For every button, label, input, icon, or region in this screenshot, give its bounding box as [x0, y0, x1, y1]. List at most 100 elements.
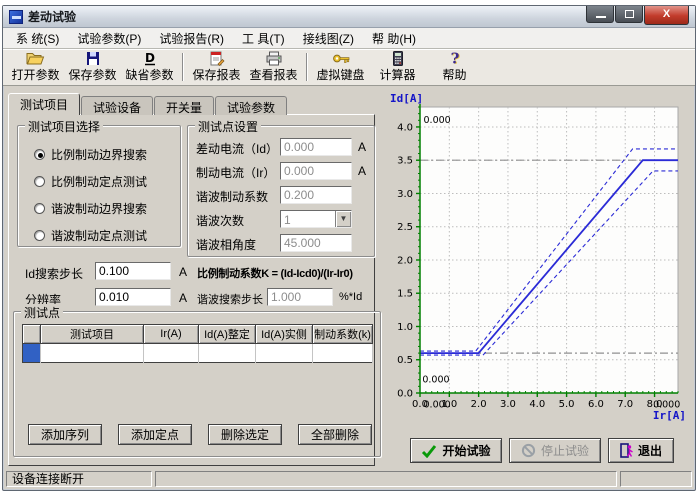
- save-report-button[interactable]: 保存报表: [188, 50, 245, 84]
- menu-wiring-diagram[interactable]: 接线图(Z): [294, 28, 363, 49]
- open-params-button[interactable]: 打开参数: [7, 50, 64, 84]
- delete-selected-button[interactable]: 删除选定: [208, 424, 282, 445]
- svg-text:0.0: 0.0: [397, 389, 413, 400]
- radio-ratio-boundary-search[interactable]: 比例制动边界搜索: [34, 146, 147, 163]
- harmonic-angle-input[interactable]: [280, 234, 352, 252]
- svg-text:2.0: 2.0: [397, 255, 413, 266]
- delete-all-button[interactable]: 全部删除: [298, 424, 372, 445]
- help-button[interactable]: ?? 帮助: [426, 50, 483, 84]
- tab-page-test-items: 测试项目选择 比例制动边界搜索 比例制动定点测试 谐波制动边界搜索 谐波制动定点…: [8, 114, 381, 466]
- menu-bar: 系 统(S) 试验参数(P) 试验报告(R) 工 具(T) 接线图(Z) 帮 助…: [3, 28, 695, 49]
- status-panel: [620, 471, 692, 487]
- svg-text:3.0: 3.0: [397, 189, 413, 200]
- toolbar: 打开参数 保存参数 D 缺省参数 保存报表 查看报表 虚拟键盘 计算器 ? ? …: [3, 49, 695, 86]
- stop-test-button[interactable]: 停止试验: [509, 438, 601, 463]
- table-row[interactable]: [22, 343, 373, 363]
- title-bar: 差动试验 X: [3, 6, 695, 28]
- svg-text:2.0: 2.0: [471, 399, 487, 410]
- col-test-item: 测试项目: [40, 324, 144, 344]
- window-title: 差动试验: [28, 10, 77, 24]
- maximize-button[interactable]: [615, 6, 643, 23]
- calculator-button[interactable]: 计算器: [369, 50, 426, 84]
- diff-current-input[interactable]: [280, 138, 352, 156]
- stop-icon: [521, 443, 536, 458]
- test-points-table: 测试项目 Ir(A) Id(A)整定 Id(A)实侧 制动系数(k): [22, 324, 373, 363]
- menu-help[interactable]: 帮 助(H): [363, 28, 425, 49]
- id-step-label: Id搜索步长: [25, 267, 84, 281]
- group-title: 测试点设置: [195, 118, 262, 135]
- test-points-group: 测试点 测试项目 Ir(A) Id(A)整定 Id(A)实侧 制动系数(k) 添…: [13, 304, 381, 457]
- col-restraint-coef: 制动系数(k): [312, 324, 373, 344]
- resolution-input[interactable]: [95, 288, 171, 306]
- menu-test-report[interactable]: 试验报告(R): [150, 28, 233, 49]
- virtual-keyboard-button[interactable]: 虚拟键盘: [312, 50, 369, 84]
- main-tab-control: 测试项目 试验设备 开关量 试验参数 测试项目选择 比例制动边界搜索 比例制动定…: [4, 87, 381, 468]
- save-icon: [86, 52, 99, 65]
- id-step-unit: A: [179, 265, 188, 279]
- radio-harmonic-boundary-search[interactable]: 谐波制动边界搜索: [34, 200, 147, 217]
- virtual-keyboard-icon: [332, 54, 349, 63]
- tab-test-items[interactable]: 测试项目: [8, 93, 81, 115]
- svg-text:1.5: 1.5: [397, 289, 413, 300]
- restraint-current-unit: A: [358, 164, 367, 178]
- radio-icon: [34, 230, 45, 241]
- app-icon: [9, 9, 23, 24]
- col-ir: Ir(A): [143, 324, 199, 344]
- svg-text:Ir[A]: Ir[A]: [653, 409, 686, 422]
- svg-text:0.000: 0.000: [424, 400, 451, 411]
- exit-button[interactable]: 退出: [608, 438, 674, 463]
- table-header-row: 测试项目 Ir(A) Id(A)整定 Id(A)实侧 制动系数(k): [22, 324, 373, 344]
- harmonic-order-select[interactable]: 1 ▼: [280, 210, 352, 228]
- default-params-button[interactable]: D 缺省参数: [121, 50, 178, 84]
- svg-text:0.000: 0.000: [422, 374, 449, 385]
- open-folder-icon: [26, 53, 45, 65]
- calculator-icon: [392, 51, 403, 66]
- close-button[interactable]: X: [644, 6, 689, 25]
- chart-area: 0.0 0.5 1.0 1.5 2.0 2.5 3.0 3.5 4.0 0.0 1.0 2.0 3.0 4…: [377, 87, 694, 468]
- svg-text:0.000: 0.000: [424, 115, 451, 126]
- restraint-current-input[interactable]: [280, 162, 352, 180]
- tab-test-equipment[interactable]: 试验设备: [81, 96, 154, 115]
- tab-test-params[interactable]: 试验参数: [215, 96, 288, 115]
- chevron-down-icon[interactable]: ▼: [335, 211, 351, 227]
- status-bar: 设备连接断开: [4, 469, 694, 489]
- view-report-button[interactable]: 查看报表: [245, 50, 302, 84]
- restraint-current-label: 制动电流（Ir）: [196, 166, 276, 180]
- close-icon: X: [662, 8, 671, 20]
- group-title: 测试点: [21, 304, 64, 321]
- harmonic-step-input[interactable]: [267, 288, 333, 306]
- maximize-icon: [625, 10, 634, 18]
- id-step-input[interactable]: [95, 262, 171, 280]
- radio-harmonic-point-test[interactable]: 谐波制动定点测试: [34, 227, 147, 244]
- start-test-button[interactable]: 开始试验: [410, 438, 502, 463]
- menu-system[interactable]: 系 统(S): [7, 28, 68, 49]
- svg-text:3.5: 3.5: [397, 156, 413, 167]
- col-id-actual: Id(A)实侧: [255, 324, 313, 344]
- toolbar-separator: [182, 53, 184, 81]
- diff-current-label: 差动电流（Id）: [196, 142, 279, 156]
- add-sequence-button[interactable]: 添加序列: [28, 424, 102, 445]
- minimize-button[interactable]: [586, 6, 614, 23]
- menu-tools[interactable]: 工 具(T): [233, 28, 294, 49]
- ratio-coef-formula: 比例制动系数K = (Id-Icd0)/(Ir-Ir0): [197, 268, 353, 280]
- radio-icon: [34, 203, 45, 214]
- add-point-button[interactable]: 添加定点: [118, 424, 192, 445]
- radio-ratio-point-test[interactable]: 比例制动定点测试: [34, 173, 147, 190]
- tab-switch-values[interactable]: 开关量: [154, 96, 215, 115]
- harmonic-coef-input[interactable]: [280, 186, 352, 204]
- test-item-select-group: 测试项目选择 比例制动边界搜索 比例制动定点测试 谐波制动边界搜索 谐波制动定点…: [17, 118, 181, 247]
- test-point-settings-group: 测试点设置 差动电流（Id） A 制动电流（Ir） A 谐波制动系数 谐波次数 …: [187, 118, 375, 257]
- row-selector-cell[interactable]: [22, 343, 41, 363]
- svg-text:5.0: 5.0: [559, 399, 575, 410]
- svg-text:4.0: 4.0: [397, 122, 413, 133]
- minimize-icon: [596, 16, 606, 18]
- svg-text:6.0: 6.0: [588, 399, 604, 410]
- default-params-icon: D: [144, 51, 155, 66]
- menu-test-params[interactable]: 试验参数(P): [68, 28, 150, 49]
- harmonic-step-label: 谐波搜索步长: [197, 294, 263, 306]
- save-params-button[interactable]: 保存参数: [64, 50, 121, 84]
- svg-text:1.0: 1.0: [397, 322, 413, 333]
- col-id-setting: Id(A)整定: [198, 324, 256, 344]
- svg-text:?: ?: [450, 51, 459, 66]
- group-title: 测试项目选择: [25, 118, 104, 135]
